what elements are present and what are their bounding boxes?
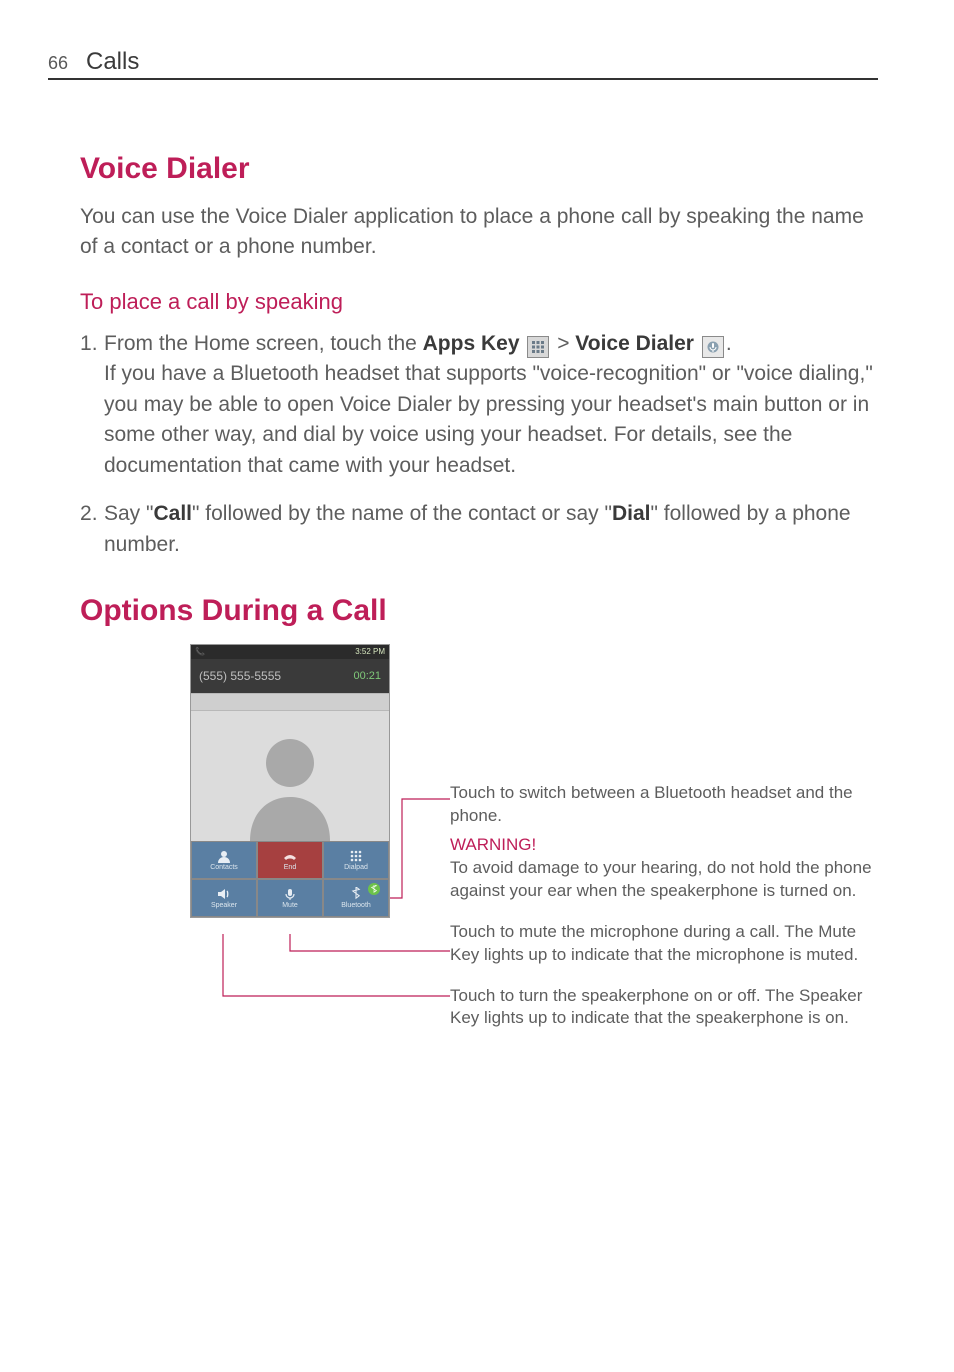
callout-speaker: Touch to turn the speakerphone on or off…	[450, 985, 878, 1031]
callout-bluetooth: Touch to switch between a Bluetooth head…	[450, 782, 878, 903]
apps-key-label: Apps Key	[423, 332, 520, 355]
heading-voice-dialer: Voice Dialer	[80, 152, 878, 186]
steps-list: From the Home screen, touch the Apps Key…	[80, 329, 878, 560]
bluetooth-icon	[348, 887, 364, 901]
end-call-icon	[282, 849, 298, 863]
heading-options-call: Options During a Call	[80, 594, 878, 628]
warning-label: WARNING!	[450, 834, 878, 857]
contacts-button[interactable]: Contacts	[191, 841, 257, 879]
step-2: Say "Call" followed by the name of the c…	[80, 499, 878, 560]
call-duration: 00:21	[353, 670, 381, 682]
contacts-icon	[216, 849, 232, 863]
call-screenshot: 📞 3:52 PM (555) 555-5555 00:21	[190, 644, 390, 918]
voice-dialer-icon	[702, 336, 724, 358]
step-1: From the Home screen, touch the Apps Key…	[80, 329, 878, 481]
step1-post: .	[726, 332, 732, 355]
bluetooth-label: Bluetooth	[341, 902, 371, 909]
call-word: Call	[153, 502, 192, 525]
callout-mute: Touch to mute the microphone during a ca…	[450, 921, 878, 967]
page-number: 66	[48, 53, 86, 74]
step1-pre: From the Home screen, touch the	[104, 332, 423, 355]
step2-mid: " followed by the name of the contact or…	[192, 502, 612, 525]
end-button[interactable]: End	[257, 841, 323, 879]
step1-rest: If you have a Bluetooth headset that sup…	[104, 362, 873, 476]
page-content: Voice Dialer You can use the Voice Diale…	[48, 152, 878, 1048]
contacts-label: Contacts	[210, 864, 238, 871]
callouts-column: Touch to switch between a Bluetooth head…	[450, 644, 878, 1048]
figure-area: 📞 3:52 PM (555) 555-5555 00:21	[80, 644, 878, 1048]
call-number: (555) 555-5555	[199, 669, 281, 683]
step2-pre: Say "	[104, 502, 153, 525]
phone-column: 📞 3:52 PM (555) 555-5555 00:21	[80, 644, 450, 918]
status-phone-icon: 📞	[195, 647, 205, 656]
mute-label: Mute	[282, 902, 298, 909]
end-label: End	[284, 864, 296, 871]
dial-word: Dial	[612, 502, 651, 525]
call-buttons-row2: Speaker Mute Bluetooth	[191, 879, 389, 917]
callout-bluetooth-text: Touch to switch between a Bluetooth head…	[450, 783, 853, 825]
call-header: (555) 555-5555 00:21	[191, 659, 389, 693]
subheading-place-call: To place a call by speaking	[80, 289, 878, 315]
status-bar: 📞 3:52 PM	[191, 645, 389, 659]
section-title: Calls	[86, 48, 139, 76]
contact-avatar	[191, 711, 389, 841]
mute-button[interactable]: Mute	[257, 879, 323, 917]
speaker-label: Speaker	[211, 902, 237, 909]
apps-key-icon	[527, 336, 549, 358]
dialpad-label: Dialpad	[344, 864, 368, 871]
info-strip	[191, 693, 389, 711]
mute-icon	[282, 887, 298, 901]
bluetooth-badge	[368, 883, 380, 895]
speaker-icon	[216, 887, 232, 901]
page-header: 66 Calls	[48, 48, 878, 80]
bluetooth-button[interactable]: Bluetooth	[323, 879, 389, 917]
voice-dialer-label: Voice Dialer	[575, 332, 694, 355]
step1-mid: >	[557, 332, 575, 355]
status-time: 3:52 PM	[355, 647, 385, 656]
dialpad-button[interactable]: Dialpad	[323, 841, 389, 879]
call-buttons-row1: Contacts End Dialpad	[191, 841, 389, 879]
voice-dialer-intro: You can use the Voice Dialer application…	[80, 202, 878, 263]
dialpad-icon	[348, 849, 364, 863]
speaker-button[interactable]: Speaker	[191, 879, 257, 917]
warning-text: To avoid damage to your hearing, do not …	[450, 858, 872, 900]
